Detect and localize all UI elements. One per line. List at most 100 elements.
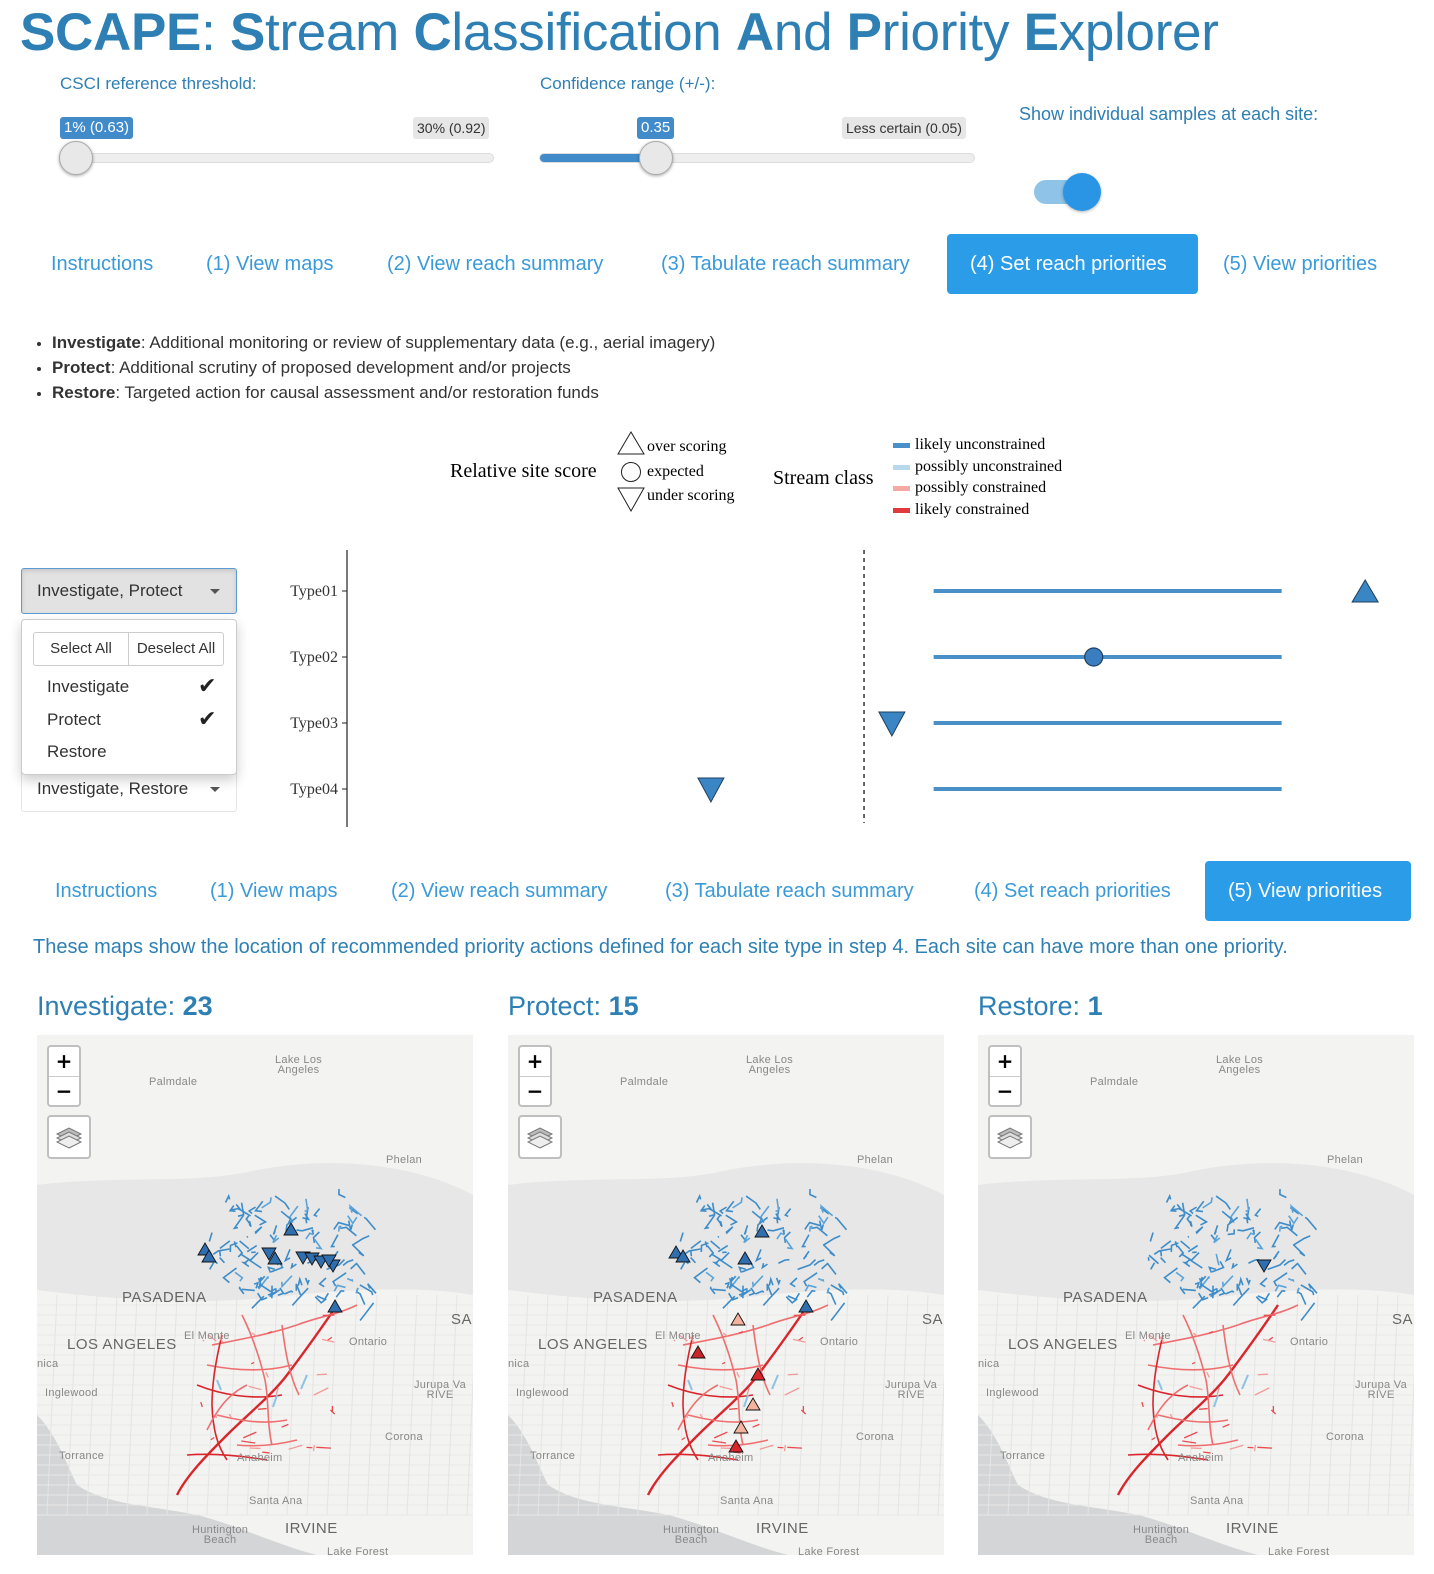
map-place-label: Lake Los Angeles: [746, 1054, 794, 1076]
zoom-in-button[interactable]: +: [49, 1047, 79, 1076]
tab-tabulate-reach-summary-2[interactable]: (3) Tabulate reach summary: [642, 861, 937, 921]
map-place-label: Huntington Beach: [663, 1524, 720, 1546]
bullet-investigate: Investigate: Additional monitoring or re…: [52, 330, 715, 355]
tab-view-reach-summary[interactable]: (2) View reach summary: [364, 234, 626, 294]
map-place-label: Anaheim: [1178, 1452, 1224, 1464]
map-place-label: Anaheim: [237, 1452, 283, 1464]
zoom-in-button[interactable]: +: [990, 1047, 1020, 1076]
tab-tabulate-reach-summary[interactable]: (3) Tabulate reach summary: [638, 234, 933, 294]
site-point-under: [697, 777, 725, 804]
map-place-label: Santa Ana: [1190, 1495, 1244, 1507]
map-place-label: IRVINE: [1226, 1520, 1279, 1537]
map-title-investigate: Investigate: 23: [37, 991, 213, 1021]
score-legend-shapes: [617, 431, 645, 513]
expected-circle-icon: [621, 462, 641, 482]
layers-icon[interactable]: [47, 1115, 91, 1159]
map-place-label: El Monte: [655, 1330, 701, 1342]
checkmark-icon: ✔: [198, 706, 217, 731]
priority-definitions: Investigate: Additional monitoring or re…: [30, 330, 715, 405]
map-place-label: Jurupa Va RIVE: [1355, 1379, 1408, 1401]
map-place-label: SA: [922, 1311, 944, 1328]
under-scoring-triangle-icon: [617, 487, 645, 513]
tab-instructions-2[interactable]: Instructions: [32, 861, 180, 921]
score-legend-title: Relative site score: [450, 460, 597, 482]
map-place-label: El Monte: [1125, 1330, 1171, 1342]
map-place-label: Huntington Beach: [1133, 1524, 1190, 1546]
map-place-label: PASADENA: [122, 1289, 207, 1306]
bullet-restore: Restore: Targeted action for causal asse…: [52, 380, 715, 405]
score-legend-expected: expected: [647, 463, 704, 480]
map-investigate[interactable]: Lake Los Angeles Palmdale Phelan PASADENA LOS…: [37, 1035, 473, 1555]
map-place-label: Corona: [856, 1431, 894, 1443]
map-place-label: Lake Los Angeles: [275, 1054, 323, 1076]
map-protect[interactable]: Lake Los Angeles Palmdale Phelan PASADENA LOS…: [508, 1035, 944, 1555]
chevron-down-icon: [210, 589, 220, 594]
map-canvas[interactable]: [508, 1035, 944, 1555]
map-place-label: Santa Ana: [249, 1495, 303, 1507]
map-place-label: El Monte: [184, 1330, 230, 1342]
zoom-out-button[interactable]: −: [990, 1076, 1020, 1105]
map-place-label: nica: [978, 1358, 1000, 1370]
tab-view-priorities-2[interactable]: (5) View priorities: [1205, 861, 1411, 921]
over-scoring-triangle-icon: [617, 431, 645, 455]
bullet-protect: Protect: Additional scrutiny of proposed…: [52, 355, 715, 380]
map-place-label: Corona: [1326, 1431, 1364, 1443]
priority-select-menu: Select All Deselect All Investigate ✔ Pr…: [21, 619, 237, 775]
samples-toggle-label: Show individual samples at each site:: [1019, 104, 1319, 124]
priority-select-type01[interactable]: Investigate, Protect: [21, 568, 237, 614]
option-protect[interactable]: Protect: [47, 710, 101, 730]
csci-slider-track[interactable]: [60, 153, 494, 163]
tab-view-reach-summary-2[interactable]: (2) View reach summary: [368, 861, 630, 921]
map-place-label: PASADENA: [1063, 1289, 1148, 1306]
class-legend-3: possibly constrained: [915, 479, 1047, 496]
y-tick-label: Type03: [290, 715, 338, 732]
csci-slider-handle[interactable]: [59, 141, 93, 175]
tab-view-priorities[interactable]: (5) View priorities: [1200, 234, 1400, 294]
csci-value-badge: 1% (0.63): [60, 117, 134, 139]
site-point-expected: [1084, 647, 1104, 667]
map-place-label: Inglewood: [45, 1387, 98, 1399]
map-place-label: Jurupa Va RIVE: [414, 1379, 467, 1401]
samples-toggle-knob[interactable]: [1063, 173, 1101, 211]
map-restore[interactable]: Lake Los Angeles Palmdale Phelan PASADENA LOS…: [978, 1035, 1414, 1555]
zoom-out-button[interactable]: −: [49, 1076, 79, 1105]
zoom-control: + −: [518, 1045, 552, 1107]
map-title-protect: Protect: 15: [508, 991, 639, 1021]
map-place-label: Ontario: [349, 1336, 388, 1348]
map-place-label: nica: [37, 1358, 59, 1370]
map-place-label: Santa Ana: [720, 1495, 774, 1507]
deselect-all-button[interactable]: Deselect All: [128, 632, 224, 666]
layers-icon[interactable]: [988, 1115, 1032, 1159]
priorities-intro: These maps show the location of recommen…: [33, 936, 1288, 958]
select-all-button[interactable]: Select All: [33, 632, 129, 666]
map-place-label: Lake Forest: [798, 1546, 860, 1556]
tab-set-reach-priorities[interactable]: (4) Set reach priorities: [947, 234, 1198, 294]
map-place-label: Phelan: [857, 1154, 894, 1166]
confidence-max-badge: Less certain (0.05): [842, 117, 966, 139]
tab-instructions[interactable]: Instructions: [28, 234, 176, 294]
confidence-slider-handle[interactable]: [639, 141, 673, 175]
map-place-label: Torrance: [530, 1450, 576, 1462]
zoom-out-button[interactable]: −: [520, 1076, 550, 1105]
option-investigate[interactable]: Investigate: [47, 677, 129, 697]
tab-view-maps-2[interactable]: (1) View maps: [187, 861, 360, 921]
zoom-control: + −: [988, 1045, 1022, 1107]
map-title-restore: Restore: 1: [978, 991, 1103, 1021]
map-place-label: Lake Forest: [1268, 1546, 1330, 1556]
tab-view-maps[interactable]: (1) View maps: [183, 234, 356, 294]
y-tick-label: Type02: [290, 649, 338, 666]
map-place-label: Lake Los Angeles: [1216, 1054, 1264, 1076]
map-place-label: Jurupa Va RIVE: [885, 1379, 938, 1401]
map-place-label: Corona: [385, 1431, 423, 1443]
class-legend-4: likely constrained: [915, 501, 1030, 518]
zoom-in-button[interactable]: +: [520, 1047, 550, 1076]
map-place-label: Huntington Beach: [192, 1524, 249, 1546]
class-swatch-possibly-unconstrained: [893, 465, 910, 470]
map-canvas[interactable]: [978, 1035, 1414, 1555]
priority-select-type04-value: Investigate, Restore: [37, 779, 189, 798]
tab-set-reach-priorities-2[interactable]: (4) Set reach priorities: [951, 861, 1194, 921]
map-canvas[interactable]: [37, 1035, 473, 1555]
map-place-label: Anaheim: [708, 1452, 754, 1464]
layers-icon[interactable]: [518, 1115, 562, 1159]
option-restore[interactable]: Restore: [47, 742, 107, 762]
